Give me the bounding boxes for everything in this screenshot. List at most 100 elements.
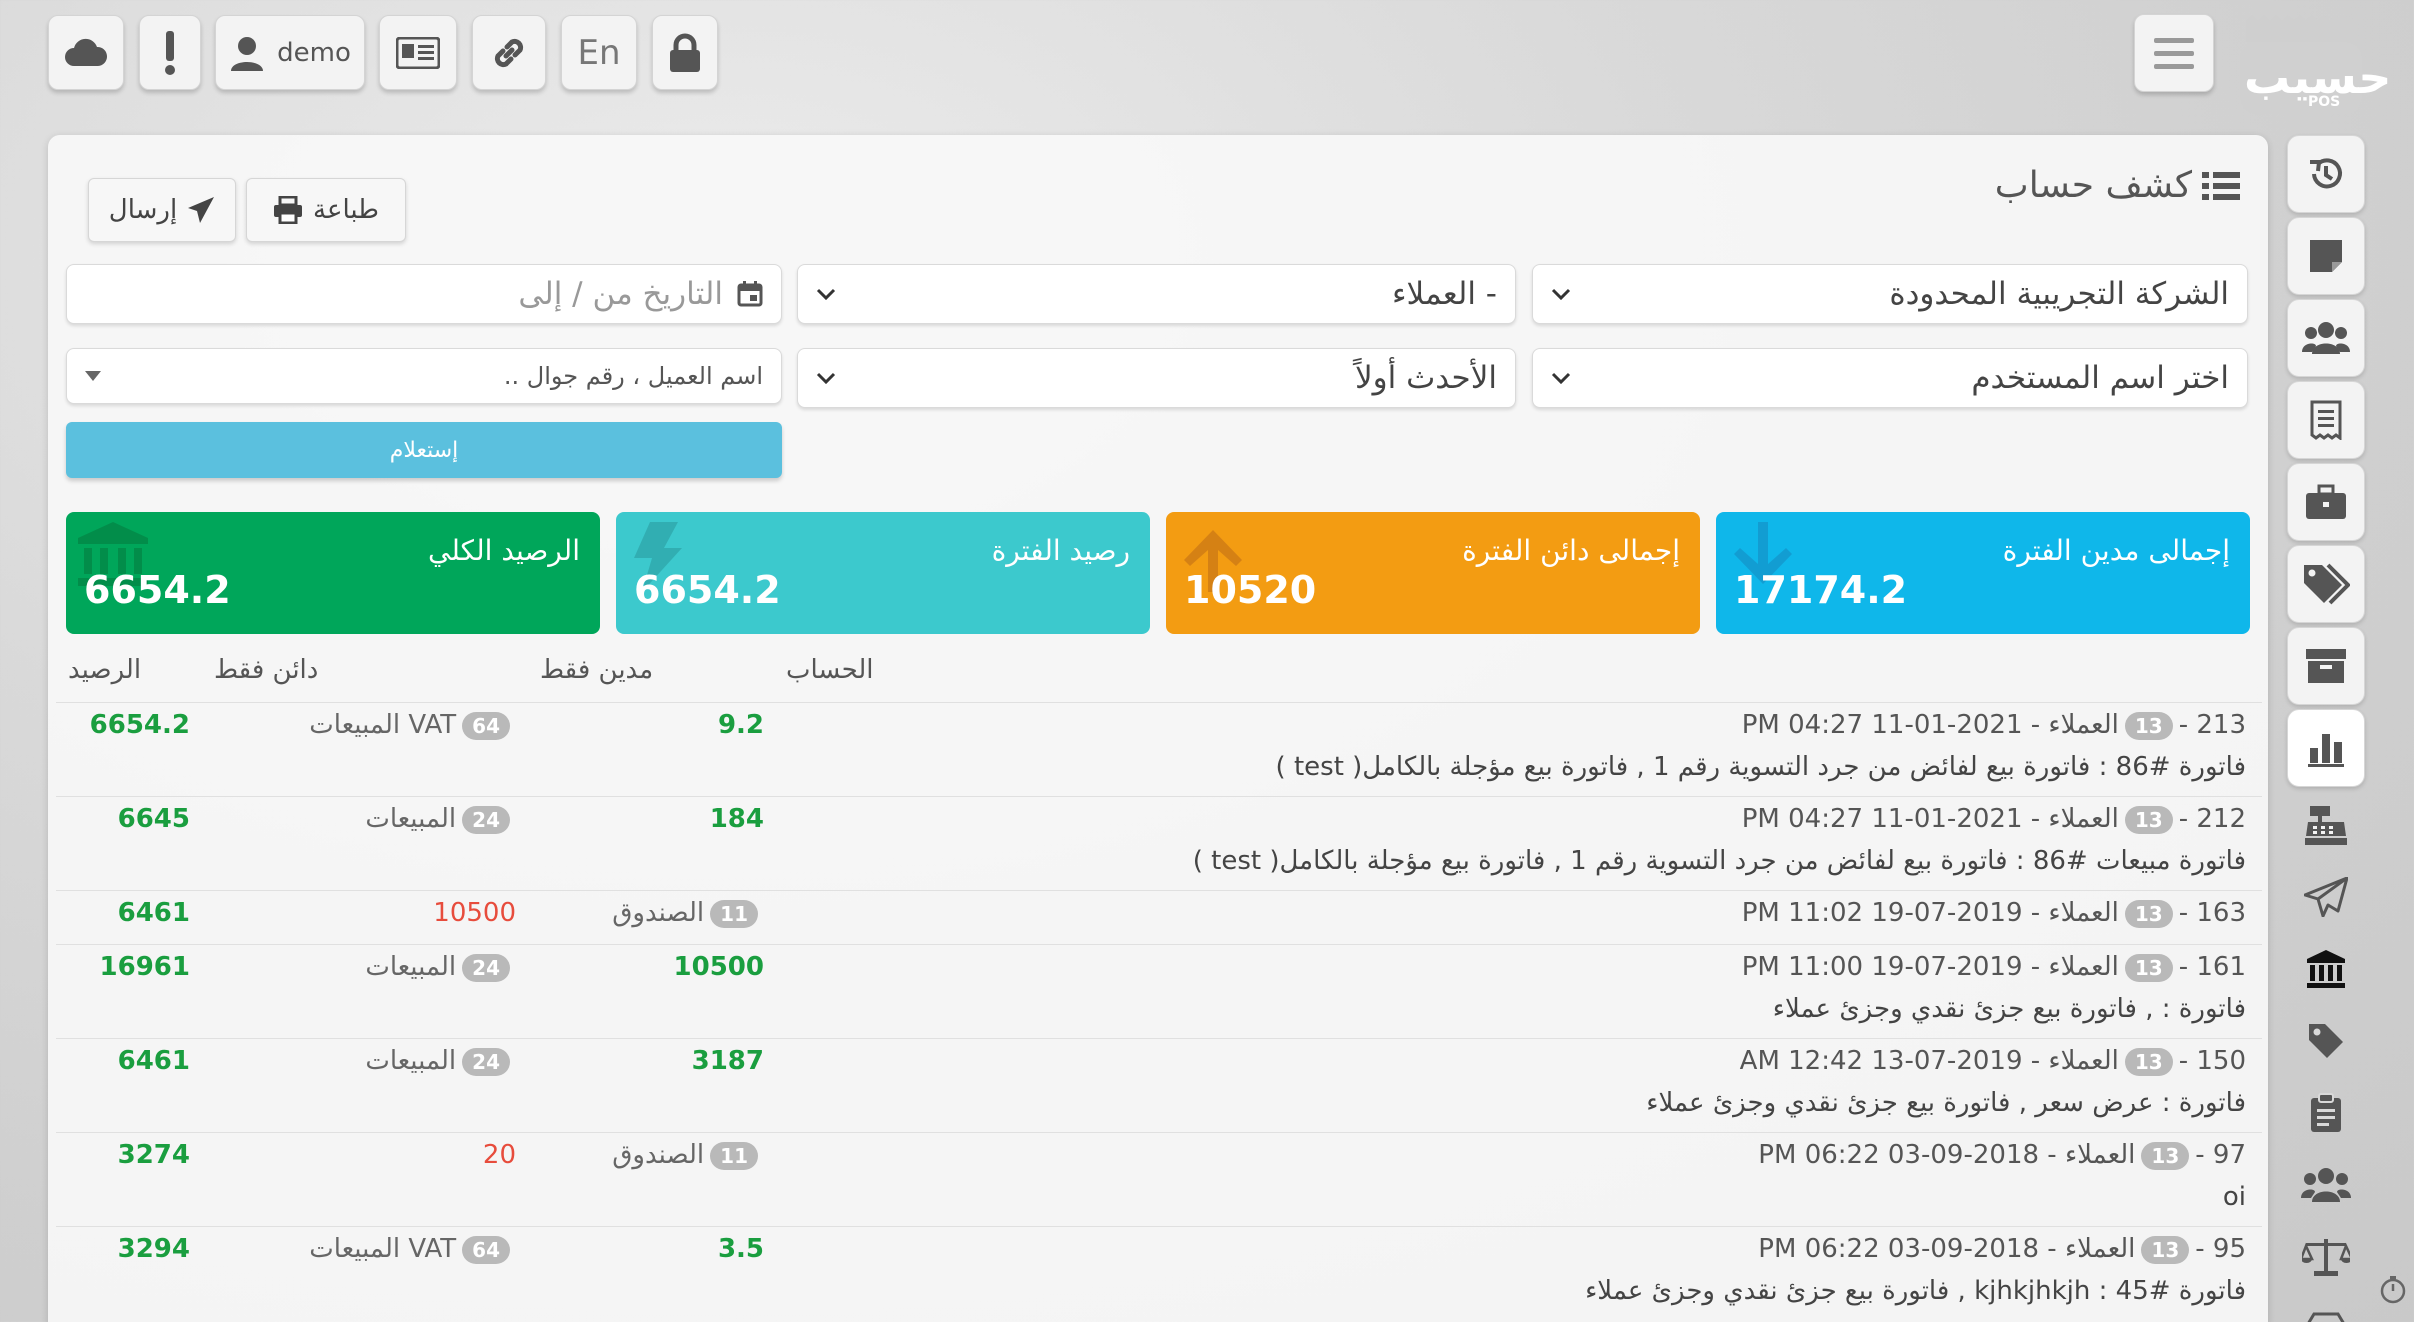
header-balance: الرصيد <box>68 655 142 685</box>
entry-id: 212 - <box>2178 804 2246 834</box>
period-debit-card: إجمالى مدين الفترة 17174.2 <box>1716 512 2250 634</box>
debit-amount: 9.2 <box>717 710 764 740</box>
alert-button[interactable] <box>139 15 201 90</box>
account-code-badge: 13 <box>2141 1141 2190 1170</box>
timer-icon[interactable] <box>2378 1274 2408 1304</box>
period-debit-value: 17174.2 <box>1734 568 1908 612</box>
receipt-icon <box>2310 400 2342 440</box>
account-type-value: - العملاء <box>1391 276 1497 312</box>
sort-select[interactable]: الأحدث أولاً <box>797 348 1516 408</box>
debit-amount: 3187 <box>691 1046 764 1076</box>
user-button[interactable]: demo <box>215 15 365 90</box>
sidebar-customers[interactable] <box>2287 299 2365 377</box>
counter-account-name: الصندوق <box>612 898 705 928</box>
account-code-badge: 13 <box>2141 1235 2190 1264</box>
tag-icon <box>2309 1024 2343 1058</box>
send-label: إرسال <box>108 195 178 225</box>
lock-button[interactable] <box>652 15 718 90</box>
sidebar-tags[interactable] <box>2287 545 2365 623</box>
total-balance-card: الرصيد الكلي 6654.2 <box>66 512 600 634</box>
header-debit: مدين فقط <box>540 655 654 685</box>
customer-search-select[interactable]: اسم العميل ، رقم جوال .. <box>66 348 782 404</box>
sidebar-pos[interactable] <box>2287 791 2365 859</box>
sidebar-reports[interactable] <box>2287 709 2365 787</box>
sidebar-briefcase[interactable] <box>2287 463 2365 541</box>
sidebar-products[interactable] <box>2287 627 2365 705</box>
cloud-button[interactable] <box>48 15 124 90</box>
id-card-button[interactable] <box>379 15 457 90</box>
counter-account-name: المبيعات <box>365 1046 457 1076</box>
history-icon <box>2310 158 2342 189</box>
sidebar-history[interactable] <box>2287 135 2365 213</box>
user-name: demo <box>277 37 351 68</box>
sidebar-receipts[interactable] <box>2287 381 2365 459</box>
entry-meta[interactable]: 150 -13العملاء - 2019-07-13 12:42 AM <box>1740 1046 2246 1076</box>
sidebar-inventory[interactable] <box>2287 1295 2365 1322</box>
group-icon <box>2301 1168 2351 1202</box>
link-button[interactable] <box>472 15 546 90</box>
counter-account-badge: 11 <box>710 1141 758 1170</box>
scale-icon <box>2302 1239 2350 1276</box>
entry-date: العملاء - 2019-07-19 11:02 PM <box>1741 898 2119 928</box>
sidebar-bank[interactable] <box>2287 935 2365 1003</box>
counter-account: 24المبيعات <box>365 804 516 834</box>
right-sidebar <box>2287 135 2371 1322</box>
user-icon <box>231 36 264 71</box>
counter-account: 64VAT المبيعات <box>309 1234 516 1264</box>
period-credit-label: إجمالى دائن الفترة <box>1462 534 1680 567</box>
entry-meta[interactable]: 97 -13العملاء - 2018-09-03 06:22 PM <box>1758 1140 2246 1170</box>
sidebar-notes[interactable] <box>2287 217 2365 295</box>
users-icon <box>2302 322 2350 354</box>
header-credit: دائن فقط <box>214 655 319 685</box>
sidebar-tag[interactable] <box>2287 1007 2365 1075</box>
entry-meta[interactable]: 163 -13العملاء - 2019-07-19 11:02 PM <box>1742 898 2246 928</box>
bank-icon <box>2307 950 2345 988</box>
counter-account: 11الصندوق <box>612 898 764 928</box>
counter-account: 11الصندوق <box>612 1140 764 1170</box>
company-select[interactable]: الشركة التجريبية المحدودة <box>1532 264 2248 324</box>
balance-amount: 6461 <box>117 1046 190 1076</box>
calendar-icon <box>737 281 763 307</box>
entry-meta[interactable]: 161 -13العملاء - 2019-07-19 11:00 PM <box>1742 952 2246 982</box>
language-button[interactable]: En <box>561 15 637 90</box>
entry-meta[interactable]: 213 -13العملاء - 2021-01-11 04:27 PM <box>1742 710 2246 740</box>
link-icon <box>494 38 524 67</box>
print-button[interactable]: طباعة <box>246 178 406 242</box>
counter-account-badge: 64 <box>462 1235 510 1264</box>
counter-account-name: VAT المبيعات <box>309 1234 457 1264</box>
account-type-select[interactable]: - العملاء <box>797 264 1516 324</box>
paper-plane-icon <box>188 197 215 223</box>
entry-meta[interactable]: 212 -13العملاء - 2021-01-11 04:27 PM <box>1742 804 2246 834</box>
send-button[interactable]: إرسال <box>88 178 236 242</box>
query-button[interactable]: إستعلام <box>66 422 782 478</box>
chevron-down-icon <box>816 288 836 300</box>
period-balance-card: رصيد الفترة 6654.2 <box>616 512 1150 634</box>
account-code-badge: 13 <box>2124 899 2173 928</box>
entry-id: 97 - <box>2195 1140 2246 1170</box>
briefcase-icon <box>2306 484 2346 519</box>
tags-icon <box>2304 563 2350 605</box>
caret-down-icon <box>85 371 101 381</box>
page-title: كشف حساب <box>1980 165 2240 206</box>
period-balance-value: 6654.2 <box>634 568 781 612</box>
counter-account: 64VAT المبيعات <box>309 710 516 740</box>
sidebar-send[interactable] <box>2287 863 2365 931</box>
chart-icon <box>2308 734 2344 767</box>
entry-meta[interactable]: 95 -13العملاء - 2018-09-03 06:22 PM <box>1758 1234 2246 1264</box>
account-code-badge: 13 <box>2124 711 2173 740</box>
cash-register-icon <box>2305 806 2347 845</box>
date-range-input[interactable]: التاريخ من / إلى <box>66 264 782 324</box>
menu-button[interactable] <box>2134 14 2214 92</box>
box-icon <box>2306 649 2346 683</box>
user-select[interactable]: اختر اسم المستخدم <box>1532 348 2248 408</box>
entry-date: العملاء - 2021-01-11 04:27 PM <box>1741 804 2119 834</box>
logo-text: حسيب <box>2244 50 2392 104</box>
balance-amount: 6461 <box>117 898 190 928</box>
account-code-badge: 13 <box>2124 953 2173 982</box>
sidebar-group[interactable] <box>2287 1151 2365 1219</box>
entry-description: فاتورة : , فاتورة بيع جزئ نقدي وجزئ عملا… <box>1772 994 2246 1024</box>
sidebar-balance[interactable] <box>2287 1223 2365 1291</box>
sidebar-clipboard[interactable] <box>2287 1079 2365 1147</box>
logo-sub: POS <box>2308 94 2341 110</box>
debit-amount: 10500 <box>673 952 764 982</box>
